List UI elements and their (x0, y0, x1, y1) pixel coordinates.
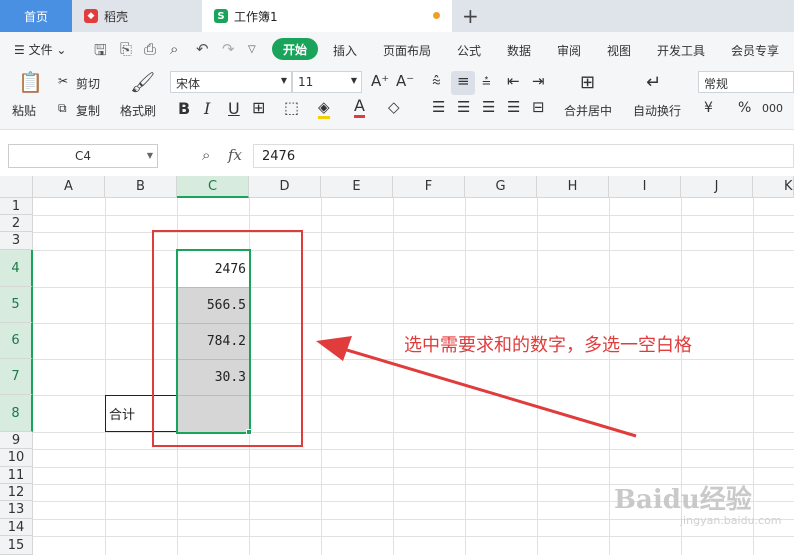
arrow-head (316, 336, 352, 361)
justify-icon[interactable]: ☰ (507, 98, 520, 116)
font-grow-button[interactable]: A⁺ (371, 72, 389, 90)
tab-member[interactable]: 会员专享 (731, 42, 779, 59)
thousands-separator-button[interactable]: 000 (762, 102, 783, 115)
file-menu-button[interactable]: ☰ 文件 ⌄ (14, 41, 66, 58)
chevron-down-icon: ⌄ (52, 43, 67, 57)
paste-button[interactable]: 粘贴 (12, 102, 36, 119)
fill-pattern-icon[interactable]: ⬚ (284, 98, 299, 117)
tab-workbook-label: 工作簿1 (234, 9, 278, 24)
font-name-select[interactable]: 宋体 ▼ (170, 71, 292, 93)
clear-format-icon[interactable]: ◇ (388, 98, 400, 116)
tab-page-layout[interactable]: 页面布局 (383, 42, 431, 59)
chevron-down-icon: ▼ (350, 76, 357, 85)
file-menu-label: 文件 (28, 43, 53, 57)
tab-formulas[interactable]: 公式 (457, 42, 481, 59)
tab-review[interactable]: 审阅 (557, 42, 581, 59)
format-painter-button[interactable]: 格式刷 (120, 102, 156, 119)
copy-button[interactable]: 复制 (76, 102, 100, 119)
font-size-value: 11 (298, 75, 314, 89)
ribbon-toolbar: 📋 粘贴 ✂ 剪切 ⧉ 复制 🖌 格式刷 宋体 ▼ 11 ▼ A⁺ A⁻ B I U… (0, 66, 794, 130)
formula-input[interactable]: 2476 (253, 144, 794, 168)
wps-spreadsheet-window: 首页 ◆ 稻壳 S 工作簿1 + ☰ 文件 ⌄ 🖫 ⎘ ⎙ ⌕ ↶ ↷ ▽ 开始… (0, 0, 794, 555)
wrap-text-button[interactable]: 自动换行 (633, 102, 681, 119)
watermark-brand: Baidu经验 (614, 485, 752, 515)
align-middle-icon[interactable]: ≡ (457, 72, 470, 90)
export-icon[interactable]: ⎘ (120, 40, 132, 58)
tab-insert[interactable]: 插入 (333, 42, 357, 59)
redo-icon[interactable]: ↷ (222, 40, 235, 58)
tab-home[interactable]: 首页 (0, 0, 72, 32)
number-format-select[interactable]: 常规 (698, 71, 794, 93)
borders-icon[interactable]: ⊞ (252, 98, 265, 117)
merge-center-icon: ⊞ (580, 72, 596, 93)
font-size-select[interactable]: 11 ▼ (292, 71, 362, 93)
spreadsheet-grid: A B C D E F G H I J K 1 2 3 4 5 6 7 8 9 … (0, 176, 794, 555)
indent-increase-icon[interactable]: ⇥ (532, 72, 545, 90)
name-box[interactable]: C4 ▼ (8, 144, 158, 168)
currency-button[interactable]: ¥ (704, 100, 713, 116)
font-color-icon[interactable]: A (354, 96, 365, 118)
tab-home-label: 首页 (23, 9, 48, 24)
align-right-icon[interactable]: ☰ (482, 98, 495, 116)
formula-bar: C4 ▼ ⌕ fx 2476 (0, 130, 794, 176)
quick-access-more-icon[interactable]: ▽ (248, 44, 256, 55)
annotation-text: 选中需要求和的数字，多选一空白格 (404, 335, 692, 356)
print-preview-icon[interactable]: ⌕ (170, 40, 178, 58)
font-name-value: 宋体 (176, 77, 201, 91)
tab-start[interactable]: 开始 (272, 38, 318, 60)
font-shrink-button[interactable]: A⁻ (396, 72, 414, 90)
wrap-text-icon: ↵ (646, 72, 662, 93)
percent-button[interactable]: % (738, 100, 751, 116)
save-icon[interactable]: 🖫 (94, 40, 107, 65)
indent-decrease-icon[interactable]: ⇤ (507, 72, 520, 90)
menu-bar: ☰ 文件 ⌄ 🖫 ⎘ ⎙ ⌕ ↶ ↷ ▽ 开始 插入 页面布局 公式 数据 审阅… (0, 32, 794, 66)
hamburger-icon: ☰ (14, 43, 29, 57)
insert-function-button[interactable]: fx (228, 146, 242, 164)
fill-color-icon[interactable]: ◈ (318, 98, 330, 119)
paste-icon[interactable]: 📋 (18, 70, 43, 94)
cell-reference: C4 (74, 149, 91, 163)
spreadsheet-logo-icon: S (214, 9, 228, 23)
tab-developer[interactable]: 开发工具 (657, 42, 705, 59)
bold-button[interactable]: B (178, 99, 190, 118)
format-painter-icon: 🖌 (130, 70, 156, 94)
daoke-logo-icon: ◆ (84, 9, 98, 23)
zoom-search-icon[interactable]: ⌕ (202, 146, 210, 164)
tab-view[interactable]: 视图 (607, 42, 631, 59)
unsaved-indicator-icon (433, 12, 440, 19)
merge-center-button[interactable]: 合并居中 (564, 102, 612, 119)
tab-daoke[interactable]: ◆ 稻壳 (72, 0, 202, 32)
underline-button[interactable]: U (228, 99, 240, 118)
chevron-down-icon: ▼ (280, 76, 287, 85)
undo-icon[interactable]: ↶ (196, 40, 209, 58)
cut-icon: ✂ (58, 74, 69, 88)
distributed-icon[interactable]: ⊟ (532, 98, 545, 116)
tab-bar: 首页 ◆ 稻壳 S 工作簿1 + (0, 0, 794, 32)
tab-data[interactable]: 数据 (507, 42, 531, 59)
align-bottom-icon[interactable]: ⩮ (482, 72, 491, 90)
tab-workbook[interactable]: S 工作簿1 (202, 0, 452, 32)
print-icon[interactable]: ⎙ (144, 40, 156, 58)
tab-daoke-label: 稻壳 (104, 9, 129, 24)
italic-button[interactable]: I (204, 99, 210, 118)
cut-button[interactable]: 剪切 (76, 75, 100, 92)
copy-icon: ⧉ (58, 101, 67, 115)
tab-start-label: 开始 (282, 42, 307, 57)
add-tab-button[interactable]: + (462, 4, 479, 28)
arrow-shaft (339, 346, 637, 438)
align-left-icon[interactable]: ☰ (432, 98, 445, 116)
number-format-value: 常规 (704, 77, 729, 91)
chevron-down-icon: ▼ (146, 151, 153, 160)
align-top-icon[interactable]: ⩯ (432, 72, 441, 90)
align-center-icon[interactable]: ☰ (457, 98, 470, 116)
watermark-url: jingyan.baidu.com (680, 514, 782, 527)
